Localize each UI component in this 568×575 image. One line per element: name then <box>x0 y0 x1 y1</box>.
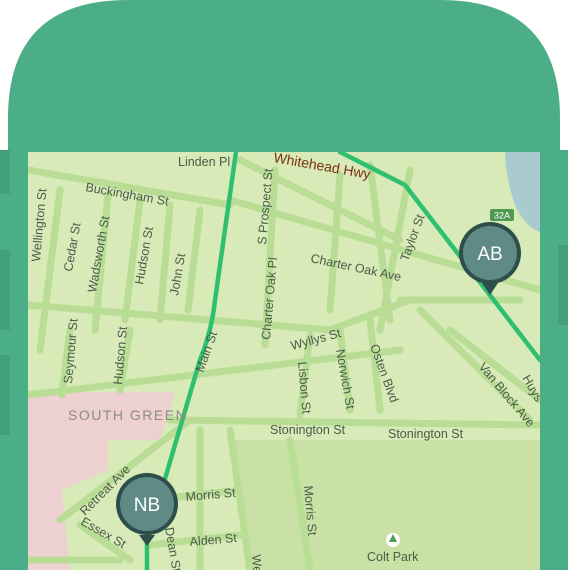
label-stonington-st-2: Stonington St <box>388 427 464 441</box>
label-stonington-st-1: Stonington St <box>270 423 346 437</box>
power-button <box>558 245 568 325</box>
label-linden-pl: Linden Pl <box>178 155 230 169</box>
label-colt-park: Colt Park <box>367 550 419 564</box>
label-south-green: SOUTH GREEN <box>68 407 187 423</box>
side-button-top <box>0 150 10 194</box>
volume-button <box>0 250 10 330</box>
start-marker-label: NB <box>134 495 160 516</box>
end-marker-label: AB <box>477 244 502 265</box>
highway-shield-label: 32A <box>494 211 510 221</box>
label-we-st: We <box>249 554 265 570</box>
phone-frame: 32A Whitehead Hwy Linden Pl Buckingham S… <box>0 0 568 570</box>
phone-frame-top <box>8 0 560 150</box>
volume-button-2 <box>0 355 10 435</box>
map-view[interactable]: 32A Whitehead Hwy Linden Pl Buckingham S… <box>0 0 568 570</box>
